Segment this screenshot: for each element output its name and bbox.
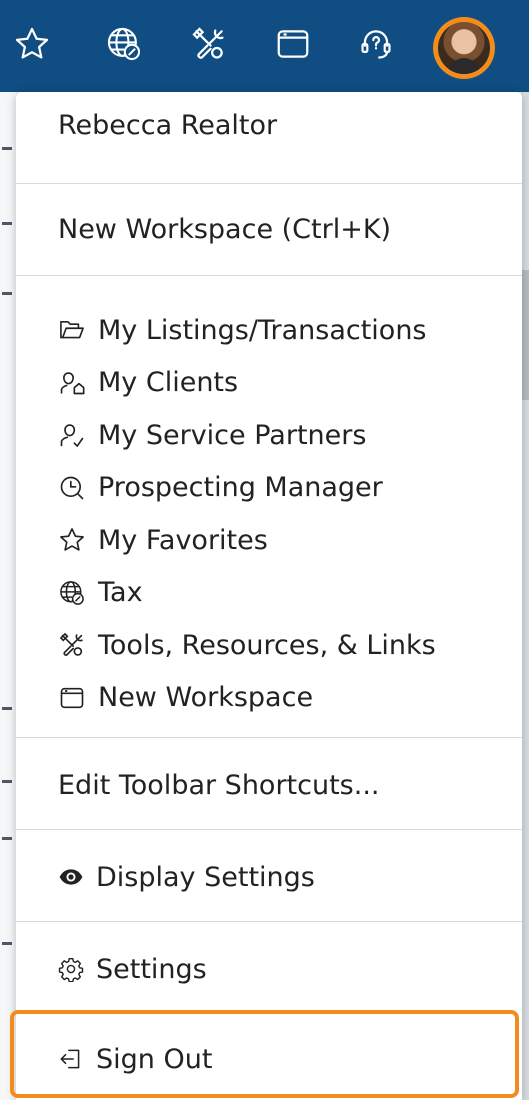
edit-toolbar-shortcuts-item[interactable]: Edit Toolbar Shortcuts... (58, 770, 380, 801)
service-partner-icon (58, 418, 92, 452)
avatar (438, 22, 490, 74)
background-page (0, 92, 16, 1100)
globe-tax-icon (58, 576, 92, 610)
sign-out-label: Sign Out (96, 1043, 213, 1075)
search-clock-icon (58, 471, 92, 505)
menu-item-my-clients[interactable]: My Clients (58, 357, 436, 410)
user-avatar-button[interactable] (433, 17, 495, 79)
divider (16, 183, 522, 184)
settings-item[interactable]: Settings (58, 952, 207, 986)
user-dropdown-menu: Rebecca Realtor New Workspace (Ctrl+K) M… (10, 92, 522, 1100)
settings-label: Settings (96, 953, 207, 985)
workspace-window-icon[interactable] (273, 22, 313, 66)
menu-item-label: Prospecting Manager (98, 472, 383, 504)
menu-item-my-service-partners[interactable]: My Service Partners (58, 409, 436, 462)
workspace-window-icon (58, 681, 92, 715)
menu-item-label: My Favorites (98, 524, 268, 556)
menu-item-label: My Listings/Transactions (98, 314, 427, 346)
menu-item-my-listings[interactable]: My Listings/Transactions (58, 304, 436, 357)
menu-item-prospecting-manager[interactable]: Prospecting Manager (58, 462, 436, 515)
menu-item-tax[interactable]: Tax (58, 567, 436, 620)
menu-item-label: Tools, Resources, & Links (98, 629, 436, 661)
folder-icon (58, 313, 92, 347)
gear-icon (58, 952, 92, 986)
tools-icon (58, 628, 92, 662)
clients-icon (58, 366, 92, 400)
new-workspace-shortcut-item[interactable]: New Workspace (Ctrl+K) (58, 214, 391, 245)
divider (16, 829, 522, 830)
star-icon[interactable] (12, 22, 52, 66)
divider (16, 275, 522, 276)
divider (16, 921, 522, 922)
page-scrollbar[interactable] (521, 92, 529, 1100)
eye-icon (58, 860, 92, 894)
star-icon (58, 523, 92, 557)
sign-out-icon (58, 1042, 92, 1076)
menu-item-label: Tax (98, 577, 143, 609)
display-settings-label: Display Settings (96, 861, 315, 893)
scrollbar-thumb[interactable] (521, 270, 529, 400)
menu-item-label: My Service Partners (98, 419, 367, 451)
display-settings-item[interactable]: Display Settings (58, 860, 315, 894)
navigation-list: My Listings/Transactions My Clients My S… (58, 304, 436, 724)
user-name: Rebecca Realtor (58, 110, 278, 141)
tools-icon[interactable] (189, 22, 229, 66)
help-headset-icon[interactable] (356, 22, 396, 66)
top-navigation-bar (0, 0, 529, 92)
menu-item-my-favorites[interactable]: My Favorites (58, 514, 436, 567)
globe-tax-icon[interactable] (104, 22, 144, 66)
menu-item-label: New Workspace (98, 682, 314, 714)
menu-item-tools-resources-links[interactable]: Tools, Resources, & Links (58, 619, 436, 672)
sign-out-item[interactable]: Sign Out (58, 1042, 212, 1076)
divider (16, 737, 522, 738)
menu-item-label: My Clients (98, 367, 239, 399)
menu-item-new-workspace[interactable]: New Workspace (58, 672, 436, 725)
